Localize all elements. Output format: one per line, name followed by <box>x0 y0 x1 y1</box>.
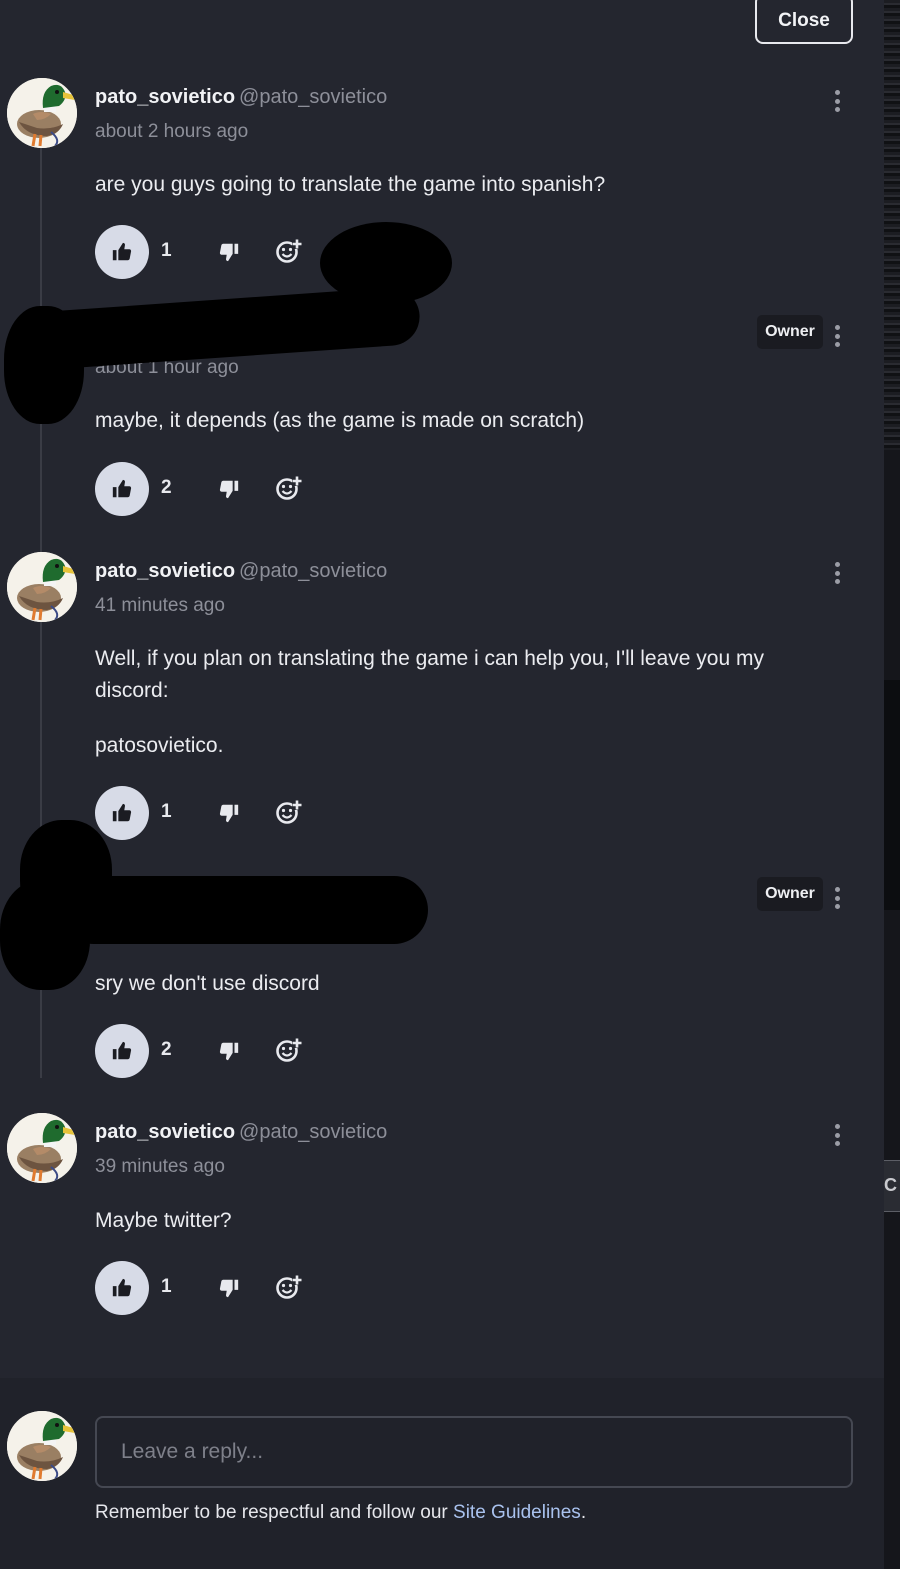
avatar[interactable] <box>7 1113 77 1183</box>
duck-avatar-icon <box>7 552 77 622</box>
like-count: 1 <box>161 1276 172 1297</box>
add-reaction-icon <box>275 1273 303 1301</box>
comment-timestamp: 39 minutes ago <box>95 1156 225 1177</box>
owner-badge: Owner <box>757 315 823 349</box>
site-guidelines-link[interactable]: Site Guidelines <box>453 1502 581 1523</box>
dislike-button[interactable] <box>215 238 243 266</box>
comment-body: are you guys going to translate the game… <box>95 169 835 224</box>
comment-paragraph: patosovietico. <box>95 734 224 757</box>
reply-composer: Remember to be respectful and follow our… <box>0 1378 884 1569</box>
current-user-avatar[interactable] <box>7 1411 77 1481</box>
username[interactable]: pato_sovietico <box>95 560 235 582</box>
dislike-button[interactable] <box>215 475 243 503</box>
add-reaction-icon <box>275 1036 303 1064</box>
comment-paragraph: sry we don't use discord <box>95 972 320 995</box>
guidelines-suffix: . <box>580 1502 587 1523</box>
comment-paragraph: Maybe twitter? <box>95 1209 232 1232</box>
add-reaction-icon <box>275 798 303 826</box>
like-button[interactable] <box>95 225 149 279</box>
user-handle: @pato_sovietico <box>239 1121 388 1143</box>
add-reaction-button[interactable] <box>273 472 305 504</box>
background-block <box>884 680 900 910</box>
comment-actions: 1 <box>95 1261 335 1315</box>
user-handle: @pato_sovietico <box>239 86 388 108</box>
like-button[interactable] <box>95 1261 149 1315</box>
thumbs-up-icon <box>111 241 133 263</box>
username[interactable]: pato_sovietico <box>95 1121 235 1143</box>
comment-actions: 2 <box>95 1024 335 1078</box>
comment-paragraph: are you guys going to translate the game… <box>95 173 606 196</box>
add-reaction-button[interactable] <box>273 1271 305 1303</box>
avatar[interactable] <box>7 78 77 148</box>
comment-body: sry we don't use discord <box>95 968 835 1023</box>
background-texture <box>884 0 900 450</box>
thumbs-down-icon <box>218 1277 240 1299</box>
more-vertical-icon[interactable] <box>826 323 848 349</box>
close-button[interactable]: Close <box>755 0 853 44</box>
add-reaction-button[interactable] <box>273 1034 305 1066</box>
background-tab: C <box>884 1160 900 1212</box>
thumbs-down-icon <box>218 478 240 500</box>
owner-badge: Owner <box>757 877 823 911</box>
comment-actions: 2 <box>95 462 335 516</box>
like-count: 2 <box>161 477 172 498</box>
thumbs-up-icon <box>111 1277 133 1299</box>
background-page-strip: C <box>884 0 900 1569</box>
more-vertical-icon[interactable] <box>826 88 848 114</box>
more-vertical-icon[interactable] <box>826 1122 848 1148</box>
thumbs-up-icon <box>111 478 133 500</box>
like-button[interactable] <box>95 462 149 516</box>
more-vertical-icon[interactable] <box>826 560 848 586</box>
add-reaction-icon <box>275 474 303 502</box>
comment-actions: 1 <box>95 225 335 279</box>
add-reaction-button[interactable] <box>273 796 305 828</box>
like-button[interactable] <box>95 786 149 840</box>
thumbs-down-icon <box>218 241 240 263</box>
dislike-button[interactable] <box>215 1037 243 1065</box>
thumbs-down-icon <box>218 1040 240 1062</box>
dislike-button[interactable] <box>215 799 243 827</box>
add-reaction-icon <box>275 237 303 265</box>
more-vertical-icon[interactable] <box>826 885 848 911</box>
comment-timestamp: 41 minutes ago <box>95 595 225 616</box>
comment-header: pato_sovietico @pato_sovietico <box>95 560 387 583</box>
user-handle: @pato_sovietico <box>239 560 388 582</box>
like-count: 1 <box>161 240 172 261</box>
thumbs-up-icon <box>111 1040 133 1062</box>
comment-header: pato_sovietico @pato_sovietico <box>95 1121 387 1144</box>
like-count: 1 <box>161 801 172 822</box>
comment-timestamp: about 2 hours ago <box>95 121 249 142</box>
comment-body: Maybe twitter? <box>95 1205 835 1260</box>
comment-body: Well, if you plan on translating the gam… <box>95 643 835 785</box>
guidelines-text: Remember to be respectful and follow our <box>95 1502 454 1523</box>
like-button[interactable] <box>95 1024 149 1078</box>
comment-header: pato_sovietico @pato_sovietico <box>95 86 387 109</box>
comment-paragraph: Well, if you plan on translating the gam… <box>95 647 764 702</box>
background-tab-label: C <box>884 1175 897 1195</box>
guidelines-notice: Remember to be respectful and follow our… <box>95 1502 586 1524</box>
duck-avatar-icon <box>7 78 77 148</box>
comment-paragraph: maybe, it depends (as the game is made o… <box>95 409 585 432</box>
duck-avatar-icon <box>7 1411 77 1481</box>
like-count: 2 <box>161 1039 172 1060</box>
duck-avatar-icon <box>7 1113 77 1183</box>
thumbs-down-icon <box>218 802 240 824</box>
comment-actions: 1 <box>95 786 335 840</box>
comment-body: maybe, it depends (as the game is made o… <box>95 405 835 460</box>
avatar[interactable] <box>7 552 77 622</box>
add-reaction-button[interactable] <box>273 235 305 267</box>
dislike-button[interactable] <box>215 1274 243 1302</box>
thumbs-up-icon <box>111 802 133 824</box>
username[interactable]: pato_sovietico <box>95 86 235 108</box>
reply-input[interactable] <box>95 1416 853 1488</box>
